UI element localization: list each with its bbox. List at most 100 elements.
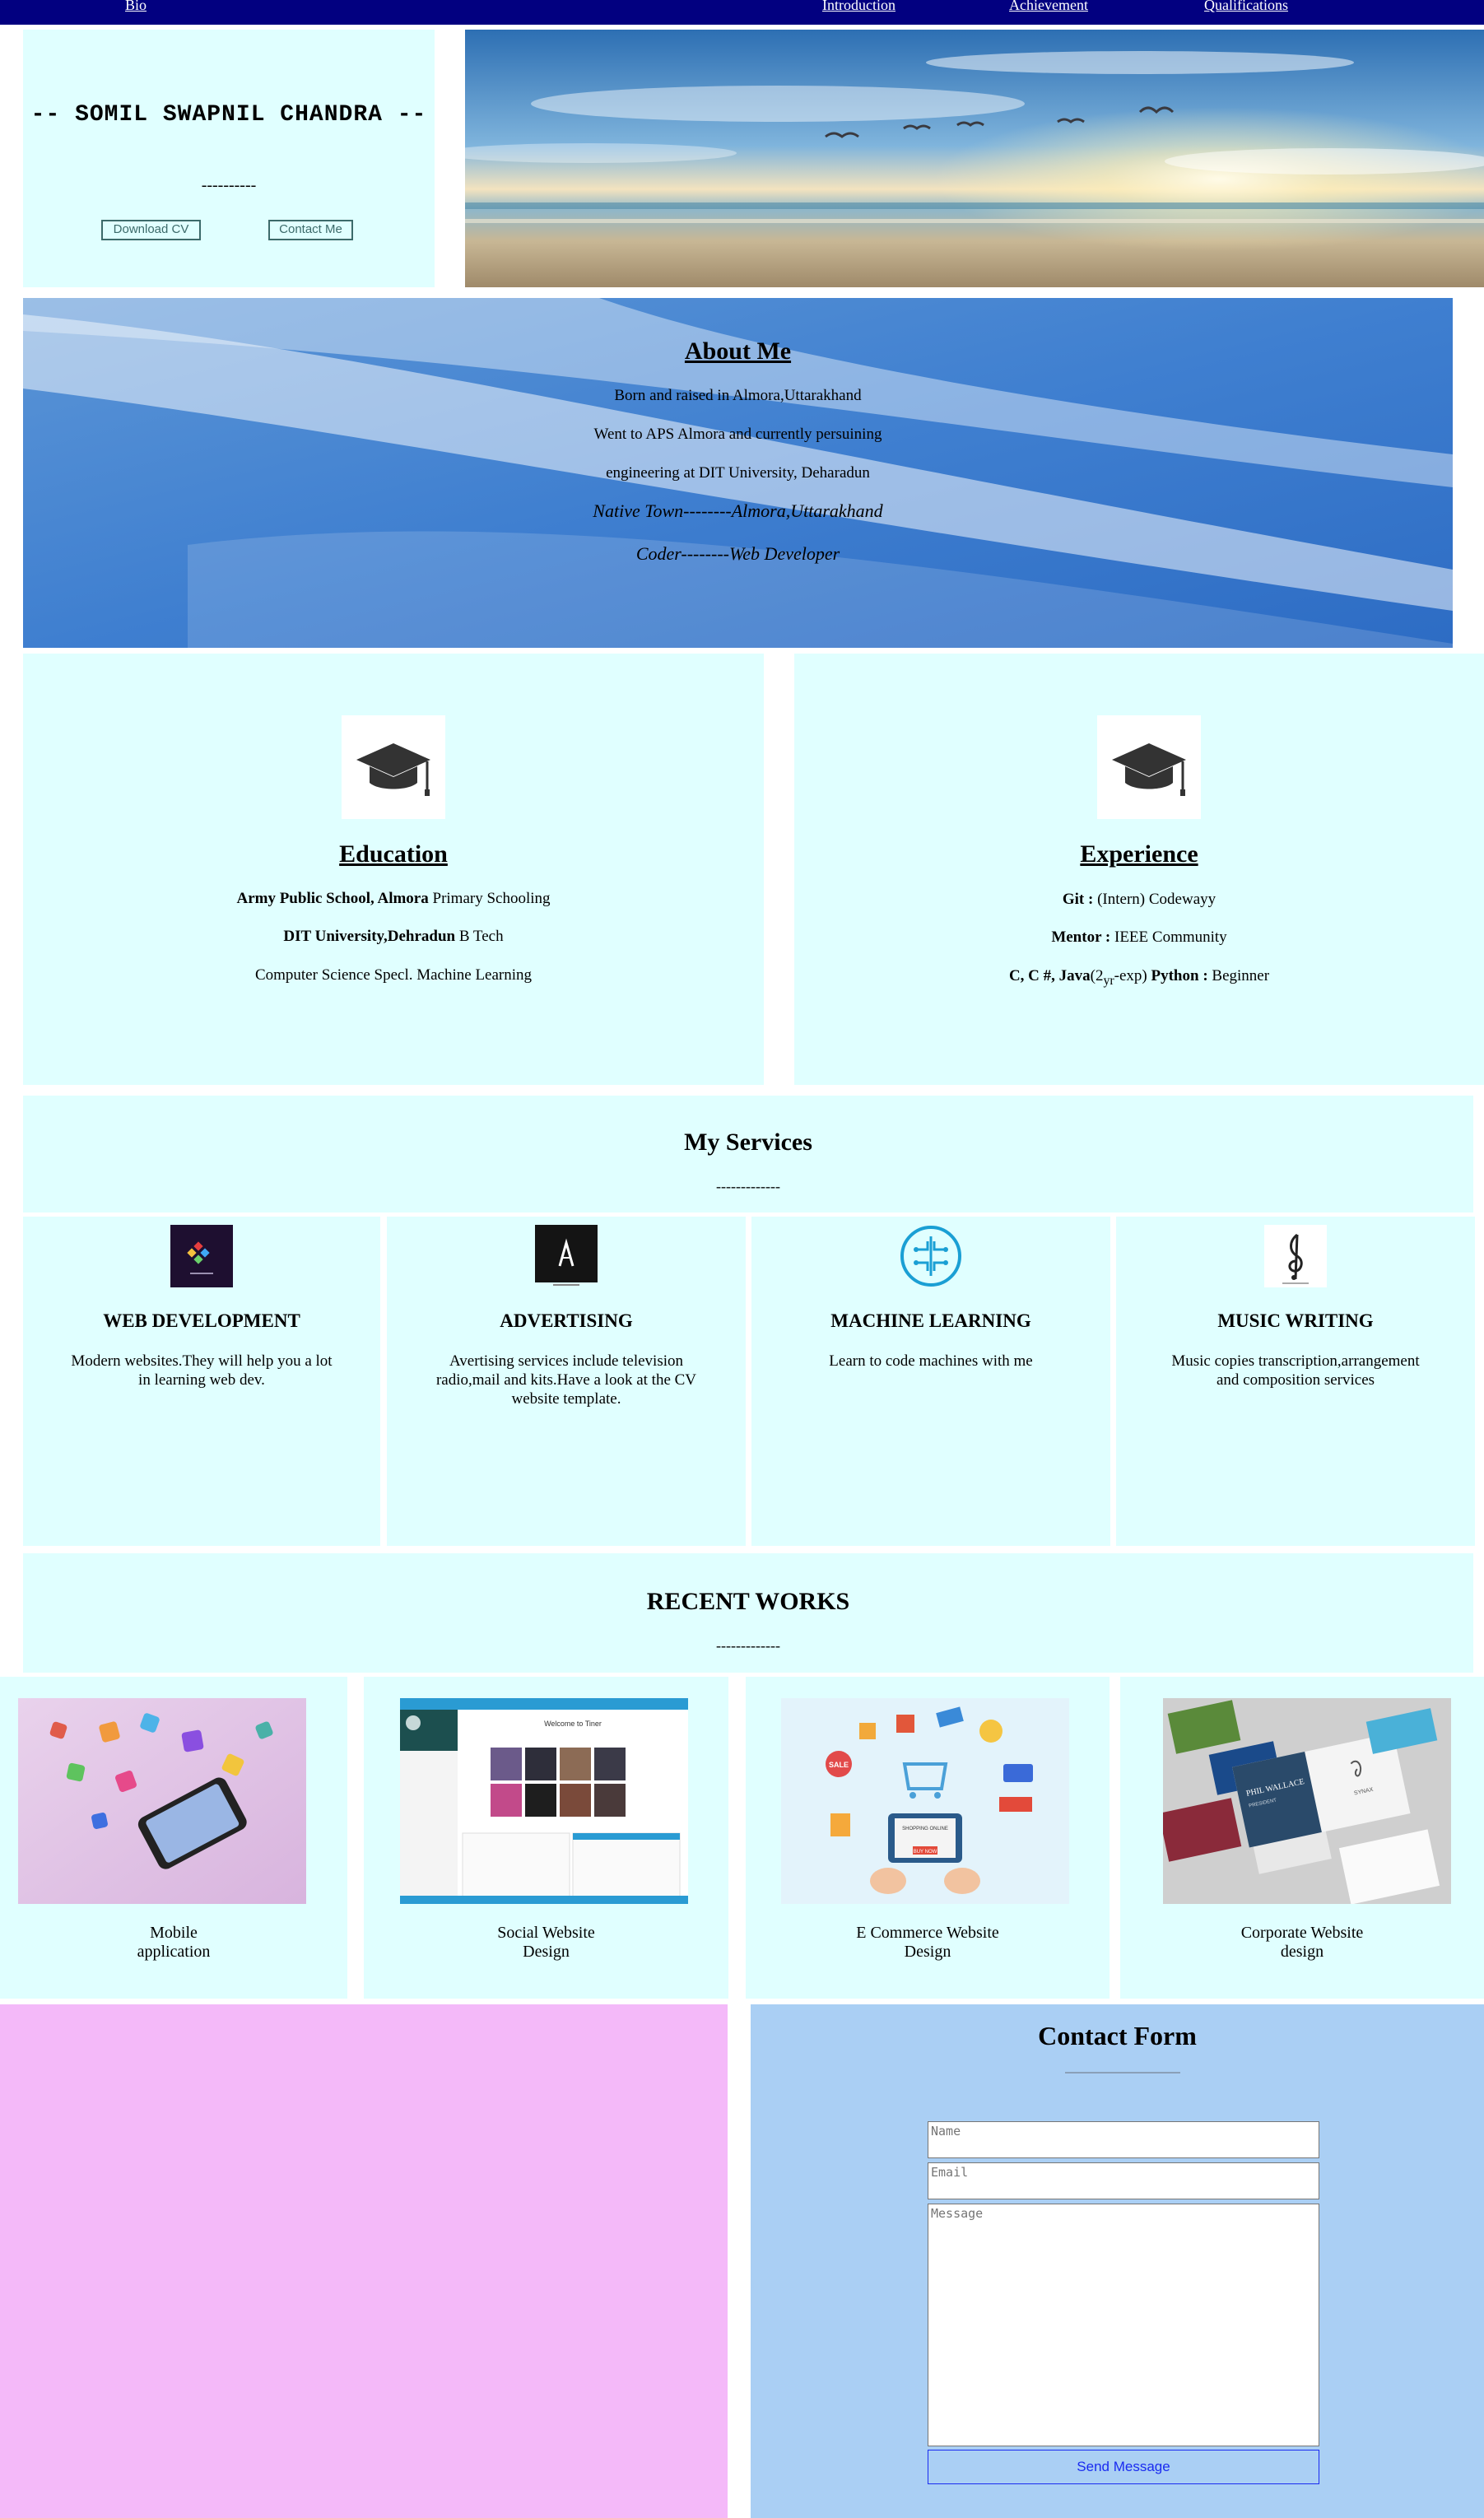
education-card: Education Army Public School, Almora Pri… <box>23 654 764 1085</box>
work-caption: Social Website Design <box>364 1924 728 1962</box>
mobile-app-image <box>18 1698 306 1904</box>
web-dev-logo-icon <box>170 1225 233 1287</box>
languages-exp-sub: yr <box>1103 973 1114 988</box>
experience-git: Git : (Intern) Codewayy <box>794 891 1484 909</box>
about-title: About Me <box>684 337 792 365</box>
school-detail: Primary Schooling <box>428 890 551 907</box>
languages-label: C, C #, Java <box>1008 967 1091 984</box>
email-field[interactable] <box>928 2162 1319 2199</box>
service-title: MACHINE LEARNING <box>830 1310 1031 1331</box>
contact-form-title: Contact Form <box>1038 2021 1197 2050</box>
experience-card: Experience Git : (Intern) Codewayy Mento… <box>794 654 1484 1085</box>
education-university: DIT University,Dehradun B Tech <box>23 928 764 946</box>
recent-works-header: RECENT WORKS ------------- <box>23 1553 1473 1673</box>
hero-intro-panel: -- SOMIL SWAPNIL CHANDRA -- ---------- D… <box>23 30 435 287</box>
top-nav-bar: Bio Introduction Achievement Qualificati… <box>0 0 1484 25</box>
work-caption-line-2: Design <box>904 1943 951 1961</box>
languages-exp-close: -exp) <box>1114 967 1151 984</box>
hero-name: -- SOMIL SWAPNIL CHANDRA -- <box>30 102 427 128</box>
service-title: MUSIC WRITING <box>1217 1310 1374 1331</box>
python-value: Beginner <box>1207 967 1270 984</box>
ecom-shopping-text: SHOPPING ONLINE <box>902 1827 948 1831</box>
work-caption-line-1: Corporate Website <box>1240 1924 1364 1942</box>
school-name: Army Public School, Almora <box>236 890 429 907</box>
about-coder: Coder--------Web Developer <box>23 543 1453 565</box>
work-caption: Mobile application <box>0 1924 347 1962</box>
recent-works-title: RECENT WORKS <box>646 1588 850 1615</box>
about-line-1: Born and raised in Almora,Uttarakhand <box>614 387 862 404</box>
service-title: ADVERTISING <box>500 1310 633 1331</box>
service-card-music-writing: MUSIC WRITING Music copies transcription… <box>1116 1217 1475 1546</box>
service-description: Avertising services include television r… <box>435 1352 697 1408</box>
service-card-web-development: WEB DEVELOPMENT Modern websites.They wil… <box>23 1217 380 1546</box>
university-name: DIT University,Dehradun <box>283 928 456 945</box>
service-title: WEB DEVELOPMENT <box>103 1310 300 1331</box>
work-caption: E Commerce Website Design <box>746 1924 1110 1962</box>
coder-value: Web Developer <box>728 543 840 564</box>
contact-form-panel: Contact Form Send Message <box>751 2004 1484 2518</box>
contact-me-button[interactable]: Contact Me <box>268 220 353 240</box>
graduation-cap-icon <box>1097 715 1201 819</box>
social-header-text: Welcome to Tiner <box>544 1720 602 1728</box>
git-label: Git : <box>1062 891 1094 908</box>
work-caption-line-2: design <box>1280 1943 1324 1961</box>
service-card-machine-learning: MACHINE LEARNING Learn to code machines … <box>751 1217 1110 1546</box>
work-card-ecommerce-website[interactable]: SHOPPING ONLINE BUY NOW SALE E Commerce … <box>746 1677 1110 1999</box>
python-label: Python : <box>1151 967 1208 984</box>
native-value: Almora,Uttarakhand <box>731 500 883 521</box>
git-value: (Intern) Codewayy <box>1093 891 1217 908</box>
nav-link-qualifications[interactable]: Qualifications <box>1204 0 1288 14</box>
ecom-sale-text: SALE <box>829 1761 849 1769</box>
mentor-label: Mentor : <box>1051 929 1111 946</box>
beach-sunrise-image <box>465 30 1484 287</box>
education-school: Army Public School, Almora Primary Schoo… <box>23 890 764 908</box>
work-card-corporate-website[interactable]: PHIL WALLACE PRESIDENT SYNAX Corporate W… <box>1120 1677 1484 1999</box>
work-caption-line-1: E Commerce Website <box>856 1924 999 1942</box>
services-header: My Services ------------- <box>23 1096 1473 1212</box>
experience-languages: C, C #, Java(2yr-exp) Python : Beginner <box>794 967 1484 989</box>
mentor-value: IEEE Community <box>1110 929 1227 946</box>
nav-link-bio[interactable]: Bio <box>125 0 147 14</box>
circuit-brain-icon <box>900 1225 962 1287</box>
corporate-website-image: PHIL WALLACE PRESIDENT SYNAX <box>1163 1698 1451 1904</box>
work-caption-line-1: Mobile <box>150 1924 198 1942</box>
coder-label: Coder-------- <box>635 543 729 564</box>
work-card-mobile-app[interactable]: Mobile application <box>0 1677 347 1999</box>
beach-sunrise-illustration <box>465 30 1484 287</box>
experience-title: Experience <box>1080 840 1198 868</box>
languages-exp-open: (2 <box>1090 967 1104 984</box>
service-card-advertising: ADVERTISING Avertising services include … <box>387 1217 746 1546</box>
work-caption-line-1: Social Website <box>497 1924 595 1942</box>
about-line-3: engineering at DIT University, Deharadun <box>606 464 870 482</box>
services-title: My Services <box>684 1129 812 1156</box>
service-description: Music copies transcription,arrangement a… <box>1171 1352 1420 1389</box>
graduation-cap-icon <box>342 715 445 819</box>
social-website-image: Welcome to Tiner <box>400 1698 688 1904</box>
experience-mentor: Mentor : IEEE Community <box>794 929 1484 947</box>
send-message-button[interactable]: Send Message <box>928 2450 1319 2484</box>
work-card-social-website[interactable]: Welcome to Tiner Social Website Design <box>364 1677 728 1999</box>
service-description: Learn to code machines with me <box>829 1352 1033 1370</box>
service-description: Modern websites.They will help you a lot… <box>71 1352 333 1389</box>
about-native-town: Native Town--------Almora,Uttarakhand <box>23 500 1453 522</box>
nav-link-achievement[interactable]: Achievement <box>1009 0 1088 14</box>
services-divider: ------------- <box>716 1178 780 1194</box>
name-field[interactable] <box>928 2121 1319 2158</box>
download-cv-button[interactable]: Download CV <box>101 220 201 240</box>
ecommerce-website-image: SHOPPING ONLINE BUY NOW SALE <box>781 1698 1069 1904</box>
contact-divider <box>1065 2072 1180 2074</box>
work-caption: Corporate Website design <box>1120 1924 1484 1962</box>
ecom-buy-text: BUY NOW <box>914 1850 937 1855</box>
treble-clef-icon <box>1264 1225 1327 1287</box>
work-caption-line-2: application <box>137 1943 211 1961</box>
about-line-2: Went to APS Almora and currently persuin… <box>593 426 882 443</box>
pink-panel <box>0 2004 728 2518</box>
nav-link-introduction[interactable]: Introduction <box>822 0 896 14</box>
native-label: Native Town-------- <box>593 500 732 521</box>
advertising-logo-icon <box>535 1225 598 1287</box>
recent-works-divider: ------------- <box>716 1637 780 1654</box>
message-field[interactable] <box>928 2204 1319 2446</box>
about-section: About Me Born and raised in Almora,Uttar… <box>23 298 1453 648</box>
education-specialization: Computer Science Specl. Machine Learning <box>254 966 533 984</box>
university-detail: B Tech <box>455 928 504 945</box>
